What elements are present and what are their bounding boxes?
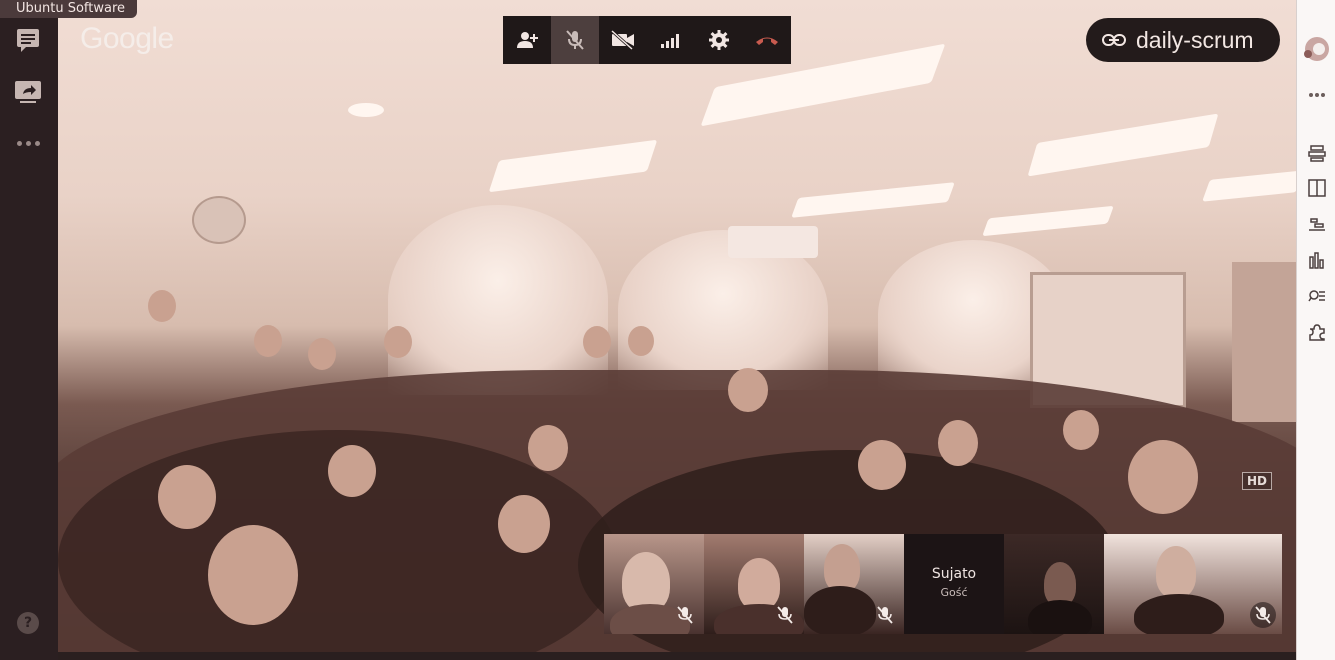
add-person-group — [503, 16, 551, 64]
participant-video — [622, 552, 670, 612]
person-face — [148, 290, 176, 322]
search-list-icon[interactable] — [1306, 285, 1328, 307]
settings-gear-icon[interactable] — [695, 16, 743, 64]
participant-video — [824, 544, 860, 592]
camera-off-button[interactable] — [599, 16, 647, 64]
layout-rows-icon[interactable] — [1306, 142, 1328, 164]
avatar-icon[interactable] — [1304, 36, 1330, 62]
hang-up-button[interactable] — [743, 16, 791, 64]
person-face — [208, 525, 298, 625]
mic-off-icon — [1250, 602, 1276, 628]
person-face — [583, 326, 611, 358]
participant-video — [1156, 546, 1196, 598]
signal-strength-icon[interactable] — [647, 16, 695, 64]
person-face — [728, 368, 768, 412]
timeline-icon[interactable] — [1306, 212, 1328, 234]
meeting-name-pill[interactable]: daily-scrum — [1086, 18, 1280, 62]
participant-tile[interactable] — [804, 534, 904, 634]
layout-columns-icon[interactable] — [1306, 177, 1328, 199]
more-options-icon[interactable] — [14, 136, 42, 150]
person-face — [308, 338, 336, 370]
person-face — [254, 325, 282, 357]
mic-off-icon — [774, 604, 796, 626]
participant-video — [738, 558, 780, 610]
participant-video — [1028, 600, 1092, 634]
link-icon — [1102, 33, 1132, 47]
person-face — [858, 440, 906, 490]
person-face — [1063, 410, 1099, 450]
person-face — [498, 495, 550, 553]
mic-off-icon — [874, 604, 896, 626]
participant-video — [804, 586, 876, 634]
shelf — [1232, 262, 1296, 422]
help-icon[interactable]: ? — [17, 612, 39, 634]
air-conditioner — [728, 226, 818, 258]
participant-strip: Sujato Gość — [604, 534, 1282, 634]
ceiling-light — [791, 182, 955, 218]
participant-tile[interactable] — [1104, 534, 1282, 634]
more-options-icon[interactable] — [1306, 84, 1328, 106]
ceiling-light — [1027, 113, 1219, 177]
participant-tile[interactable] — [704, 534, 804, 634]
bar-chart-icon[interactable] — [1306, 249, 1328, 271]
person-face — [328, 445, 376, 497]
ceiling-light — [348, 103, 384, 117]
wall-arch — [388, 205, 608, 395]
share-screen-icon[interactable] — [14, 78, 42, 106]
participant-tile-sujato[interactable]: Sujato Gość — [904, 534, 1004, 634]
participant-tile[interactable] — [1004, 534, 1104, 634]
ceiling-light — [982, 205, 1114, 237]
participant-tile[interactable] — [604, 534, 704, 634]
person-face — [628, 326, 654, 356]
media-controls-group — [599, 16, 791, 64]
participant-video — [1134, 594, 1224, 634]
hd-quality-badge: HD — [1242, 472, 1273, 490]
app-tooltip: Ubuntu Software — [0, 0, 138, 18]
ceiling-light — [488, 139, 658, 193]
wall-clock — [192, 196, 246, 244]
participant-name: Sujato — [931, 566, 977, 582]
person-face — [384, 326, 412, 358]
mic-off-icon — [674, 604, 696, 626]
mic-off-button[interactable] — [551, 16, 599, 64]
right-sidebar — [1296, 0, 1335, 660]
meeting-name: daily-scrum — [1136, 26, 1254, 53]
person-face — [1128, 440, 1198, 514]
ceiling-light — [1202, 170, 1296, 202]
mic-group — [551, 16, 599, 64]
add-person-button[interactable] — [503, 16, 551, 64]
puzzle-extension-icon[interactable] — [1306, 321, 1328, 343]
left-sidebar: ? — [0, 0, 58, 660]
person-face — [158, 465, 216, 529]
participant-role: Gość — [940, 586, 968, 599]
google-logo: Google — [80, 22, 174, 55]
person-face — [938, 420, 978, 466]
person-face — [528, 425, 568, 471]
call-controls — [503, 16, 791, 64]
chat-icon[interactable] — [14, 26, 42, 54]
